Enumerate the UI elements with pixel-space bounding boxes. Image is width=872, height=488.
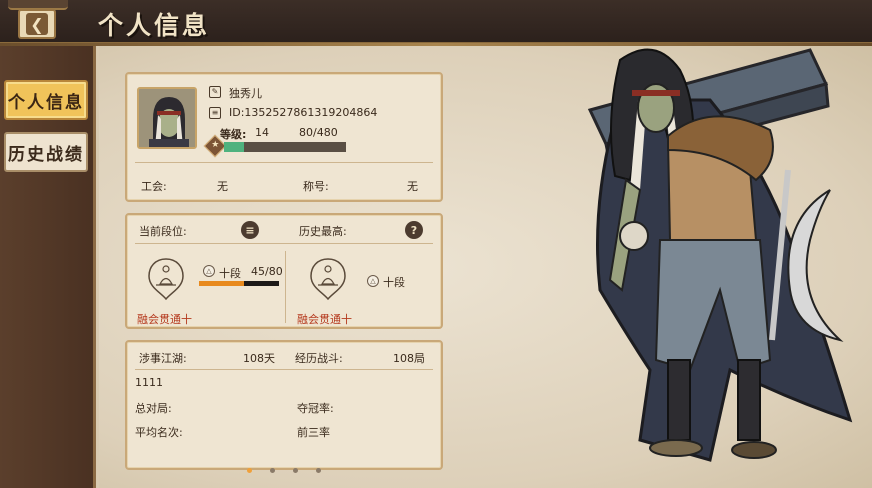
avatar[interactable] [137, 87, 197, 149]
rank-progress-fill [199, 281, 244, 286]
current-realm: 融会贯通十 [137, 313, 192, 326]
list-icon[interactable]: ≡ [241, 221, 259, 239]
divider [135, 369, 433, 370]
help-icon[interactable]: ? [405, 221, 423, 239]
edit-icon[interactable]: ✎ [209, 86, 221, 98]
character-illustration [587, 48, 853, 462]
title-label: 称号: [303, 180, 329, 193]
exp-progress-bar [224, 142, 346, 152]
divider [285, 251, 286, 323]
tab-personal-info[interactable]: 个人信息 [4, 80, 88, 120]
exp-value: 80/480 [299, 126, 338, 139]
divider [135, 243, 433, 244]
back-arrow-icon[interactable]: ❮ [26, 13, 48, 35]
current-tier: 十段 [219, 267, 241, 280]
page-title: 个人信息 [98, 11, 211, 40]
player-name: 独秀儿 [229, 87, 262, 100]
pagination-dots [127, 458, 441, 477]
stats-note: 1111 [135, 376, 163, 389]
exp-progress-fill [224, 142, 245, 152]
profile-panel: ✎ 独秀儿 ≡ ID:1352527861319204864 等级: 14 80… [125, 72, 443, 202]
player-id: ID:1352527861319204864 [229, 106, 378, 119]
top-bar: ❮ 个人信息 [0, 0, 872, 46]
battles-value: 108局 [393, 352, 425, 365]
days-label: 涉事江湖: [139, 352, 187, 365]
rank-progress-bar [199, 281, 279, 286]
best-realm: 融会贯通十 [297, 313, 352, 326]
id-card-icon: ≡ [209, 107, 221, 119]
page-dot[interactable] [270, 468, 275, 473]
guild-value: 无 [217, 180, 228, 193]
stats-panel: 涉事江湖: 108天 经历战斗: 108局 1111 总对局: 夺冠率: 平均名… [125, 340, 443, 473]
rank-panel: 当前段位: ≡ 历史最高: ? △ 十段 45/80 融会贯通十 △ 十段 融会… [125, 213, 443, 329]
battles-label: 经历战斗: [295, 352, 343, 365]
title-value: 无 [407, 180, 418, 193]
tab-history-record[interactable]: 历史战绩 [4, 132, 88, 172]
back-button-frame[interactable]: ❮ [18, 9, 56, 39]
page-dot[interactable] [247, 468, 252, 473]
current-rank-label: 当前段位: [139, 225, 187, 238]
guild-label: 工会: [141, 180, 167, 193]
avatar-portrait-icon [139, 89, 195, 147]
sidebar: 个人信息 历史战绩 [0, 46, 96, 488]
back-button[interactable]: ❮ [2, 0, 72, 44]
top3-rate-label: 前三率 [297, 426, 330, 439]
tier-icon: △ [203, 265, 215, 277]
best-rank-label: 历史最高: [299, 225, 347, 238]
level-label: 等级: [220, 128, 247, 141]
avg-rank-label: 平均名次: [135, 426, 183, 439]
current-progress: 45/80 [251, 265, 283, 278]
divider [135, 162, 433, 163]
days-value: 108天 [243, 352, 275, 365]
page-dot[interactable] [316, 468, 321, 473]
meditation-rank-icon [148, 258, 184, 301]
meditation-rank-icon [310, 258, 346, 301]
tier-icon: △ [367, 275, 379, 287]
page-dot[interactable] [293, 468, 298, 473]
win-rate-label: 夺冠率: [297, 402, 334, 415]
total-games-label: 总对局: [135, 402, 172, 415]
skull-icon [619, 221, 649, 251]
level-value: 14 [255, 126, 269, 139]
best-tier: 十段 [383, 276, 405, 289]
